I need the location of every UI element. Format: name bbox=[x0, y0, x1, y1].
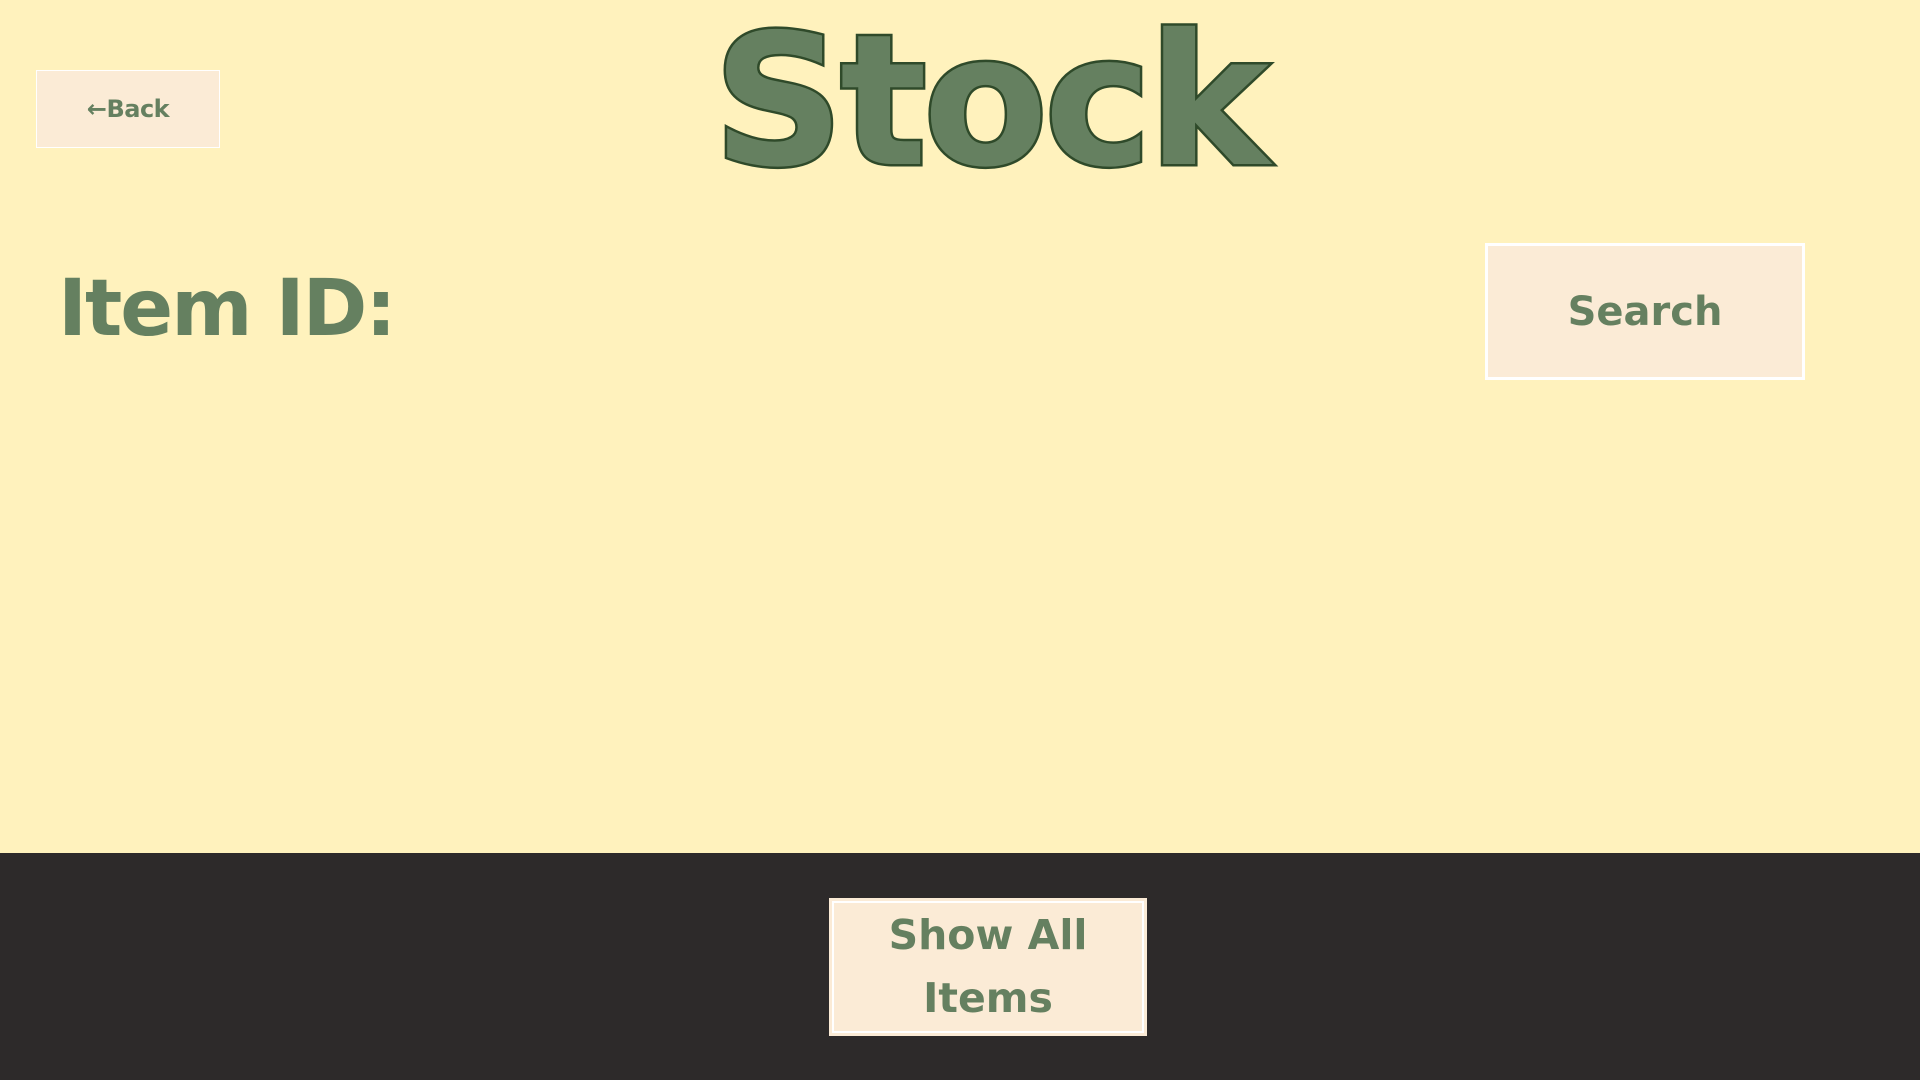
footer-bar: Show All Items bbox=[0, 853, 1920, 1080]
main-panel: Stock ←Back Item ID: Search bbox=[0, 0, 1920, 853]
page-title: Stock bbox=[710, 0, 1271, 207]
item-id-label: Item ID: bbox=[58, 264, 397, 354]
show-all-items-button[interactable]: Show All Items bbox=[829, 898, 1147, 1036]
back-button[interactable]: ←Back bbox=[36, 70, 220, 148]
search-button[interactable]: Search bbox=[1485, 243, 1805, 380]
